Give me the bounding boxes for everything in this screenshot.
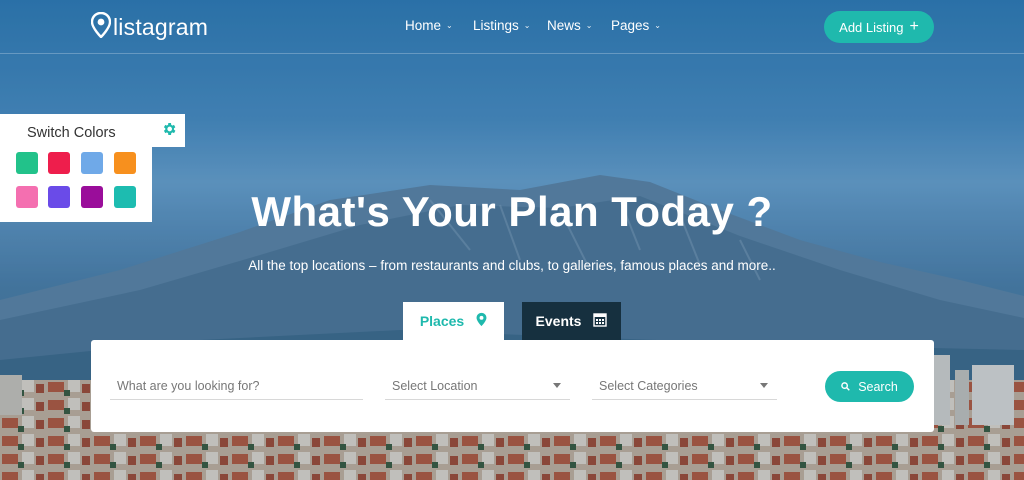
add-listing-button[interactable]: Add Listing + [824,11,934,43]
nav-item-home[interactable]: Home ⌄ [405,18,473,33]
nav-item-label: Home [405,18,442,33]
search-button[interactable]: Search [825,371,914,402]
search-button-label: Search [858,379,898,394]
hero-subtitle: All the top locations – from restaurants… [248,258,776,273]
nav-item-listings[interactable]: Listings ⌄ [473,18,547,33]
location-select-label: Select Location [392,378,478,393]
color-switcher-toggle[interactable] [152,114,185,147]
calendar-icon [593,312,608,330]
color-switcher-title: Switch Colors [27,125,116,141]
chevron-down-icon: ⌄ [523,21,531,30]
chevron-down-icon: ⌄ [654,21,661,30]
hero-title: What's Your Plan Today ? [251,188,773,235]
map-pin-icon [90,11,112,42]
brand-name: listagram [113,13,209,40]
tab-label: Places [419,313,465,329]
map-pin-icon [476,312,487,330]
chevron-down-icon: ⌄ [585,21,593,30]
site-header: listagram Home ⌄ Listings ⌄ News ⌄ Pages… [0,0,1024,54]
chevron-down-icon [553,383,561,388]
nav-item-label: Listings [473,18,519,33]
chevron-down-icon: ⌄ [446,21,453,30]
search-icon [841,380,850,394]
chevron-down-icon [760,383,768,388]
plus-icon: + [909,18,919,35]
category-select-label: Select Categories [599,378,698,393]
tab-label: Events [535,313,582,329]
keyword-input[interactable] [110,378,363,393]
color-swatch-light-blue[interactable] [81,152,103,174]
add-listing-label: Add Listing [839,19,904,35]
color-swatch-green[interactable] [16,152,38,174]
keyword-field[interactable] [110,372,363,400]
nav-item-news[interactable]: News ⌄ [547,18,611,33]
search-panel: Select Location Select Categories Search [91,340,934,432]
tab-places[interactable]: Places [403,302,504,340]
brand-logo[interactable]: listagram [90,11,209,42]
color-swatch-orange[interactable] [114,152,136,174]
location-select[interactable]: Select Location [385,372,570,400]
category-select[interactable]: Select Categories [592,372,777,400]
tab-events[interactable]: Events [522,302,621,340]
color-swatch-red[interactable] [48,152,70,174]
nav-item-label: News [547,18,581,33]
nav-item-pages[interactable]: Pages ⌄ [611,18,671,33]
main-nav: Home ⌄ Listings ⌄ News ⌄ Pages ⌄ [405,18,671,33]
gear-icon [161,121,177,141]
nav-item-label: Pages [611,18,650,33]
